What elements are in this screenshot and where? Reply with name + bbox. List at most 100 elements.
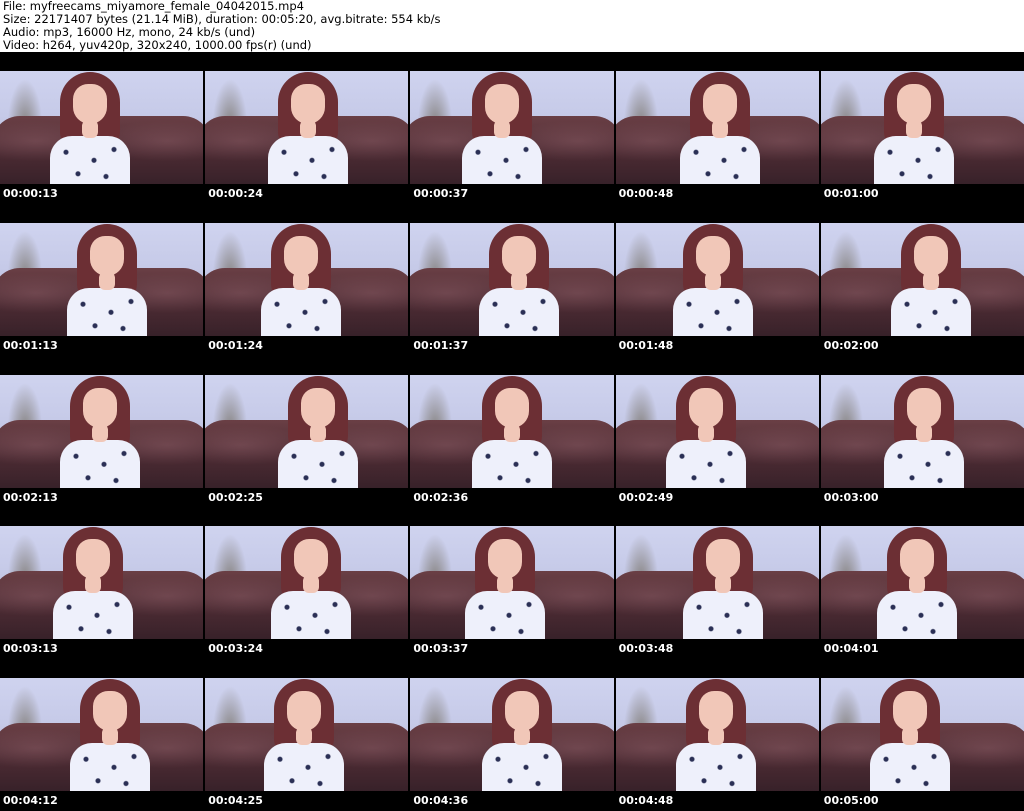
shirt	[683, 591, 764, 640]
person-figure	[672, 72, 768, 184]
thumbnail-cell: 00:05:00	[820, 659, 1024, 811]
video-frame-thumbnail	[820, 71, 1024, 184]
thumbnail-timestamp: 00:04:12	[3, 794, 58, 808]
thumbnail-cell: 00:04:48	[615, 659, 819, 811]
thumbnail-cell: 00:03:00	[820, 355, 1024, 508]
thumbnail-timestamp: 00:04:01	[823, 642, 879, 656]
face	[75, 539, 110, 580]
person-figure	[471, 223, 567, 336]
face	[699, 691, 734, 732]
thumbnail-cell: 00:04:12	[0, 659, 204, 811]
shirt	[680, 136, 761, 184]
face	[689, 387, 724, 428]
thumbnail-timestamp: 00:02:13	[3, 490, 58, 504]
shirt	[270, 591, 351, 640]
video-frame-thumbnail	[615, 526, 819, 640]
thumbnail-timestamp: 00:00:48	[618, 187, 674, 200]
video-frame-thumbnail	[820, 222, 1024, 336]
person-figure	[464, 375, 560, 488]
video-frame-thumbnail	[205, 678, 409, 792]
person-figure	[454, 72, 550, 184]
thumbnail-cell: 00:01:13	[0, 203, 204, 356]
video-frame-thumbnail	[410, 374, 614, 488]
thumbnail-timestamp: 00:03:37	[413, 642, 469, 656]
face	[914, 235, 949, 276]
face	[484, 84, 519, 124]
thumbnail-cell: 00:02:00	[820, 203, 1024, 356]
thumbnail-cell: 00:04:36	[410, 659, 614, 811]
thumbnail-timestamp: 00:01:24	[208, 338, 263, 352]
thumbnail-cell: 00:04:01	[820, 507, 1024, 660]
thumbnail-cell: 00:03:13	[0, 507, 204, 660]
person-figure	[876, 375, 972, 488]
thumbnail-cell: 00:03:48	[615, 507, 819, 660]
shirt	[464, 591, 545, 640]
thumbnail-timestamp: 00:03:00	[823, 490, 879, 504]
person-figure	[883, 223, 979, 336]
shirt	[666, 439, 747, 488]
thumbnail-timestamp: 00:01:48	[618, 338, 674, 352]
video-frame-thumbnail	[0, 374, 204, 488]
person-figure	[869, 527, 965, 640]
file-size-line: Size: 22171407 bytes (21.14 MiB), durati…	[3, 13, 441, 26]
face	[293, 539, 328, 580]
video-frame-thumbnail	[0, 526, 204, 640]
video-frame-thumbnail	[615, 71, 819, 184]
shirt	[49, 136, 130, 184]
face	[290, 84, 325, 124]
face	[504, 691, 539, 732]
thumbnail-cell: 00:02:13	[0, 355, 204, 508]
person-figure	[665, 223, 761, 336]
person-figure	[862, 679, 958, 792]
person-figure	[668, 679, 764, 792]
thumbnail-timestamp: 00:03:13	[3, 642, 58, 656]
video-info-line: Video: h264, yuv420p, 320x240, 1000.00 f…	[3, 39, 312, 52]
video-frame-thumbnail	[410, 222, 614, 336]
video-frame-thumbnail	[0, 678, 204, 792]
video-frame-thumbnail	[0, 71, 204, 184]
shirt	[877, 591, 958, 640]
file-info-header: File: myfreecams_miyamore_female_0404201…	[0, 0, 1024, 52]
face	[494, 387, 529, 428]
thumbnail-cell: 00:01:24	[205, 203, 409, 356]
thumbnail-timestamp: 00:01:13	[3, 338, 58, 352]
face	[900, 539, 935, 580]
video-frame-thumbnail	[820, 678, 1024, 792]
person-figure	[62, 679, 158, 792]
video-frame-thumbnail	[615, 222, 819, 336]
face	[703, 84, 738, 124]
thumbnail-timestamp: 00:00:13	[3, 187, 58, 200]
video-frame-thumbnail	[205, 374, 409, 488]
face	[283, 235, 318, 276]
shirt	[481, 743, 562, 792]
shirt	[461, 136, 542, 184]
video-frame-thumbnail	[615, 374, 819, 488]
thumbnail-grid: 00:00:13 00:00:24 00:00:37 00:00:48 00:01:00…	[0, 52, 1024, 811]
face	[706, 539, 741, 580]
person-figure	[866, 72, 962, 184]
video-frame-thumbnail	[205, 71, 409, 184]
thumbnail-cell: 00:03:24	[205, 507, 409, 660]
thumbnail-timestamp: 00:01:00	[823, 187, 879, 200]
person-figure	[675, 527, 771, 640]
video-frame-thumbnail	[205, 526, 409, 640]
thumbnail-cell: 00:02:49	[615, 355, 819, 508]
thumbnail-timestamp: 00:03:24	[208, 642, 263, 656]
shirt	[673, 287, 754, 336]
thumbnail-timestamp: 00:05:00	[823, 794, 879, 808]
shirt	[260, 287, 341, 336]
thumbnail-timestamp: 00:00:24	[208, 187, 263, 200]
thumbnail-cell: 00:01:00	[820, 52, 1024, 204]
thumbnail-cell: 00:00:24	[205, 52, 409, 204]
thumbnail-timestamp: 00:04:36	[413, 794, 469, 808]
person-figure	[59, 223, 155, 336]
face	[487, 539, 522, 580]
video-frame-thumbnail	[410, 71, 614, 184]
face	[300, 387, 335, 428]
thumbnail-cell: 00:02:36	[410, 355, 614, 508]
thumbnail-timestamp: 00:00:37	[413, 187, 469, 200]
person-figure	[42, 72, 138, 184]
person-figure	[457, 527, 553, 640]
thumbnail-cell: 00:00:37	[410, 52, 614, 204]
video-frame-thumbnail	[820, 526, 1024, 640]
